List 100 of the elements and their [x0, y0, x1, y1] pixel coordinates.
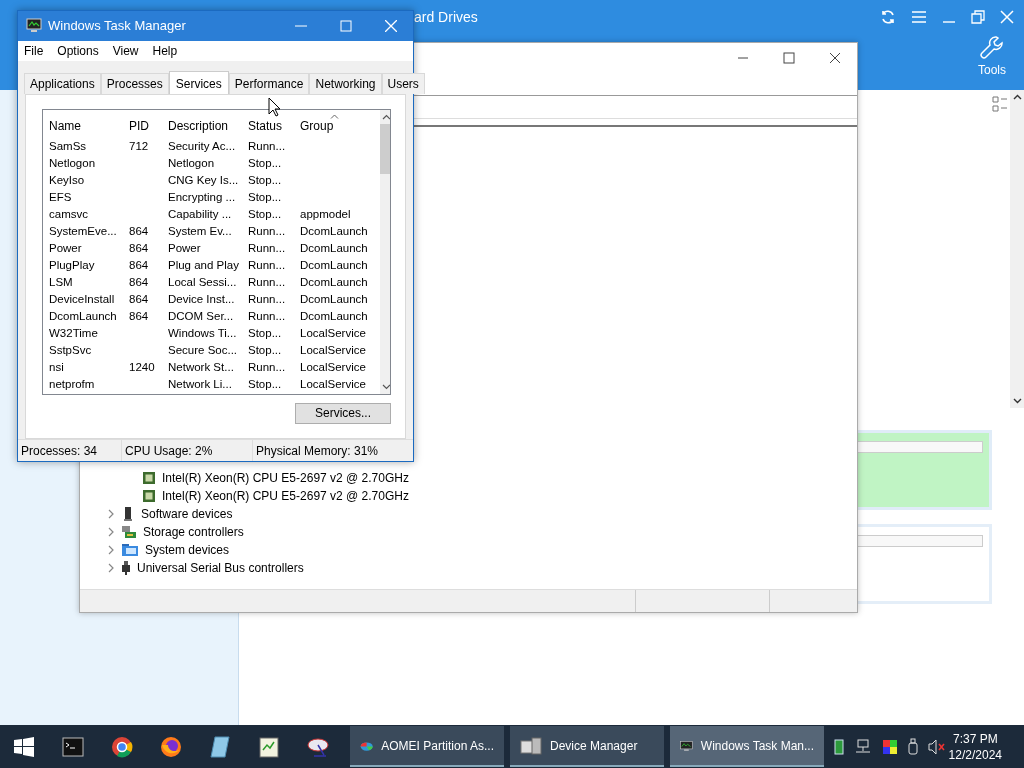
table-cell-text: PlugPlay: [49, 259, 96, 272]
monitor-icon: [26, 18, 42, 34]
tree-item[interactable]: Universal Serial Bus controllers: [137, 561, 304, 575]
scroll-up-icon[interactable]: [382, 113, 390, 120]
table-cell-text: CNG Key Is...: [168, 174, 240, 187]
table-cell-text: EFS: [49, 191, 73, 204]
chevron-icon[interactable]: [107, 527, 115, 537]
scrollbar[interactable]: [1010, 90, 1024, 408]
table-cell-text: Power: [49, 242, 83, 255]
table-cell-text: Encrypting ...: [168, 191, 237, 204]
tab[interactable]: Performance: [228, 72, 310, 94]
services-button[interactable]: Services...: [295, 402, 391, 424]
tab[interactable]: Services: [168, 70, 229, 95]
table-cell-text: Runn...: [248, 225, 287, 238]
chevron-icon[interactable]: [107, 509, 115, 519]
table-cell-text: DcomLaunch: [300, 293, 369, 306]
chip-icon: [142, 471, 156, 485]
table-cell-text: 864: [129, 225, 150, 238]
table-cell-text: camsvc: [49, 208, 89, 221]
taskbar-button[interactable]: Windows Task Man...: [670, 726, 824, 767]
menu-item[interactable]: Help: [152, 43, 178, 58]
table-cell-text: 864: [129, 293, 150, 306]
toolbar-label[interactable]: Tools: [978, 63, 1006, 77]
battery-icon[interactable]: [834, 738, 844, 755]
table-cell-text: Network Li...: [168, 378, 233, 391]
scroll-thumb[interactable]: [380, 123, 390, 174]
column-header[interactable]: Status: [248, 118, 283, 133]
table-cell-text: Local Sessi...: [168, 276, 238, 289]
fox-globe-icon[interactable]: [159, 735, 182, 758]
table-cell-text: LocalService: [300, 361, 367, 374]
windows-start-icon[interactable]: [14, 736, 34, 757]
menu-item[interactable]: Options: [57, 43, 99, 58]
refresh-icon[interactable]: [880, 9, 896, 25]
wrench-icon[interactable]: [979, 34, 1005, 60]
chevron-icon[interactable]: [107, 563, 115, 573]
scroll-down-icon[interactable]: [382, 383, 390, 390]
column-header[interactable]: Group: [300, 118, 334, 133]
tab[interactable]: Processes: [100, 72, 169, 94]
column-header[interactable]: Name: [49, 118, 81, 133]
tree-item[interactable]: Storage controllers: [143, 525, 244, 539]
browser-circle-icon[interactable]: [110, 735, 133, 758]
column-header[interactable]: PID: [129, 118, 149, 133]
usb-plug-icon: [121, 560, 131, 576]
table-cell-text: netprofm: [49, 378, 96, 391]
menu-icon[interactable]: [911, 10, 927, 24]
table-cell-text: DcomLaunch: [49, 310, 118, 323]
tree-item[interactable]: Intel(R) Xeon(R) CPU E5-2697 v2 @ 2.70GHz: [162, 471, 409, 485]
table-cell-text: Runn...: [248, 259, 287, 272]
terminal-icon[interactable]: [61, 736, 84, 757]
tab[interactable]: Networking: [309, 72, 382, 94]
table-cell-text: SstpSvc: [49, 344, 93, 357]
usb-drive-icon[interactable]: [908, 738, 918, 755]
table-cell-text: DcomLaunch: [300, 259, 369, 272]
table-cell-text: DCOM Ser...: [168, 310, 235, 323]
scroll-down-icon[interactable]: [1012, 398, 1022, 404]
clock-date[interactable]: 12/2/2024: [948, 747, 1002, 762]
table-cell-text: Runn...: [248, 140, 287, 153]
glass-tile-icon[interactable]: [209, 735, 230, 758]
color-squares-icon[interactable]: [882, 738, 898, 755]
menu-item[interactable]: View: [112, 43, 139, 58]
computer-icon: [520, 736, 542, 755]
clock-time[interactable]: 7:37 PM: [952, 731, 998, 746]
scrollbar[interactable]: [380, 109, 390, 394]
tab[interactable]: Users: [381, 72, 425, 94]
menu-item[interactable]: File: [24, 43, 44, 58]
controller-icon: [121, 524, 137, 540]
status-text: CPU Usage: 2%: [122, 440, 253, 461]
tree-item[interactable]: System devices: [145, 543, 230, 557]
table-cell-text: Power: [168, 242, 202, 255]
table-cell-text: Windows Ti...: [168, 327, 238, 340]
notepad-icon[interactable]: [258, 735, 279, 758]
table-cell-text: DeviceInstall: [49, 293, 116, 306]
taskbar-button[interactable]: AOMEI Partition As...: [350, 726, 504, 767]
scroll-up-icon[interactable]: [1012, 94, 1022, 100]
restore-icon[interactable]: [971, 10, 985, 24]
table-cell-text: Stop...: [248, 208, 283, 221]
speaker-icon[interactable]: [928, 738, 946, 755]
tree-item[interactable]: Software devices: [141, 507, 233, 521]
tab[interactable]: Applications: [24, 72, 101, 94]
maximize-icon[interactable]: [783, 52, 795, 64]
table-cell-text: Device Inst...: [168, 293, 236, 306]
column-header[interactable]: Description: [168, 118, 229, 133]
table-cell-text: nsi: [49, 361, 65, 374]
close-icon[interactable]: [829, 52, 841, 64]
chevron-icon[interactable]: [107, 545, 115, 555]
tree-item[interactable]: Intel(R) Xeon(R) CPU E5-2697 v2 @ 2.70GHz: [162, 489, 409, 503]
table-cell-text: LocalService: [300, 327, 367, 340]
network-icon[interactable]: [854, 738, 872, 755]
table-cell-text: 864: [129, 310, 150, 323]
taskbar-button[interactable]: Device Manager: [510, 726, 664, 767]
table-cell-text: Runn...: [248, 361, 287, 374]
chip-icon: [142, 489, 156, 503]
table-cell-text: Stop...: [248, 157, 283, 170]
status-text: Processes: 34: [18, 440, 122, 461]
table-cell-text: Stop...: [248, 191, 283, 204]
table-cell-text: Network St...: [168, 361, 235, 374]
table-cell-text: SamSs: [49, 140, 88, 153]
table-cell-text: DcomLaunch: [300, 242, 369, 255]
table-cell-text: Plug and Play: [168, 259, 240, 272]
satellite-dish-icon[interactable]: [305, 735, 330, 758]
